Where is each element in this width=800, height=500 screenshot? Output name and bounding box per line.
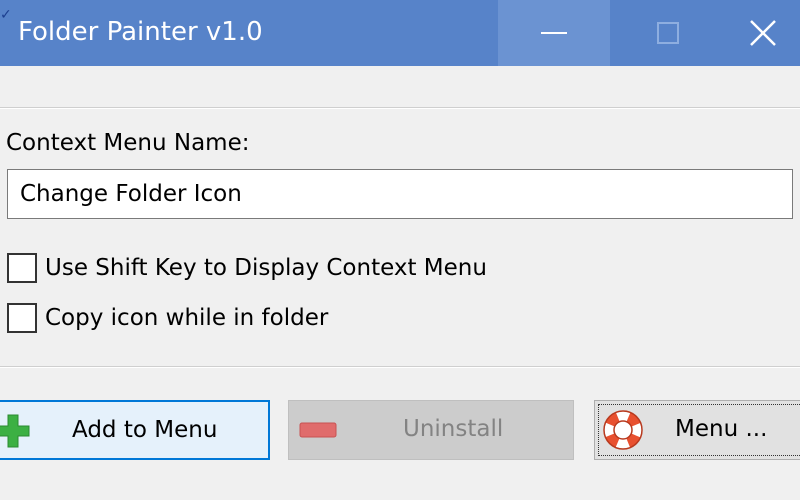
uninstall-label: Uninstall (403, 416, 504, 442)
window-title: Folder Painter v1.0 (18, 17, 263, 47)
copy-icon-option[interactable]: Copy icon while in folder (7, 301, 328, 335)
uninstall-button: Uninstall (288, 400, 574, 460)
maximize-button (612, 0, 724, 66)
close-button[interactable] (726, 0, 800, 66)
maximize-icon (657, 22, 679, 44)
context-menu-name-label: Context Menu Name: (6, 130, 250, 156)
shift-key-option[interactable]: Use Shift Key to Display Context Menu (7, 251, 487, 285)
title-bar[interactable]: ✓ Folder Painter v1.0 (0, 0, 800, 66)
shift-key-label: Use Shift Key to Display Context Menu (45, 255, 487, 281)
bottom-divider (0, 366, 800, 368)
top-divider (0, 107, 800, 109)
shift-key-checkbox[interactable] (7, 253, 37, 283)
minimize-button[interactable] (498, 0, 610, 66)
menu-label: Menu ... (675, 416, 768, 442)
plus-icon (0, 414, 30, 448)
lifebuoy-icon (601, 408, 645, 452)
add-to-menu-label: Add to Menu (72, 417, 218, 443)
context-menu-name-input[interactable] (7, 169, 793, 219)
app-icon: ✓ (0, 7, 12, 23)
minus-icon (299, 421, 337, 439)
close-icon (750, 20, 776, 46)
app-window: ✓ Folder Painter v1.0 Context Menu Name:… (0, 0, 800, 500)
minimize-icon (541, 32, 567, 34)
copy-icon-label: Copy icon while in folder (45, 305, 329, 331)
copy-icon-checkbox[interactable] (7, 303, 37, 333)
menu-button[interactable]: Menu ... (594, 400, 800, 460)
add-to-menu-button[interactable]: Add to Menu (0, 400, 270, 460)
